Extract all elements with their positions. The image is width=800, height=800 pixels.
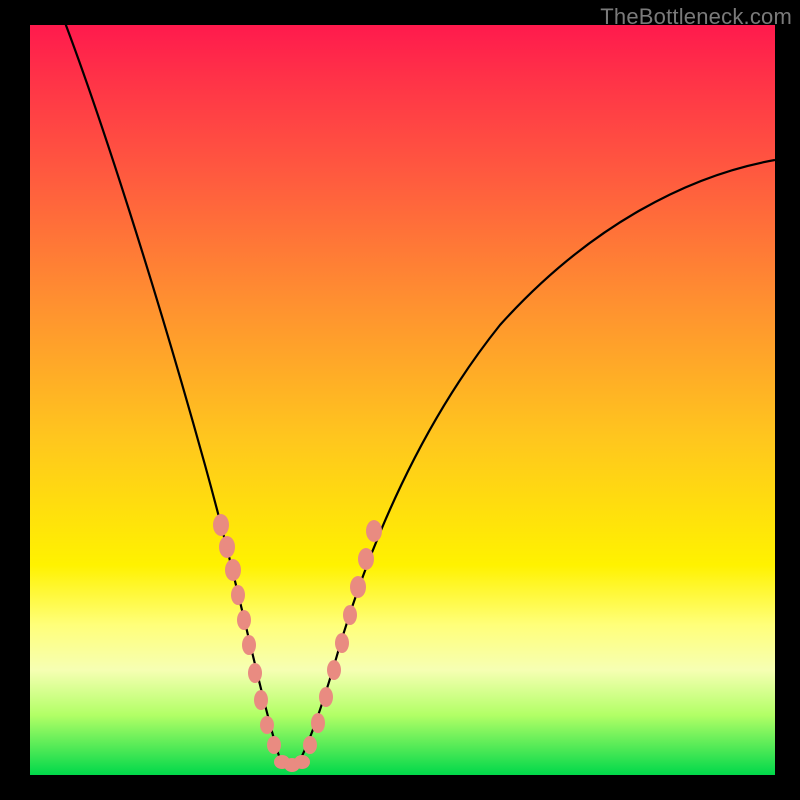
chart-svg xyxy=(30,25,775,775)
chart-curve xyxy=(64,25,775,768)
chart-frame: TheBottleneck.com xyxy=(0,0,800,800)
chart-plot-area xyxy=(30,25,775,775)
chart-dots xyxy=(213,514,382,772)
watermark-text: TheBottleneck.com xyxy=(600,4,792,30)
